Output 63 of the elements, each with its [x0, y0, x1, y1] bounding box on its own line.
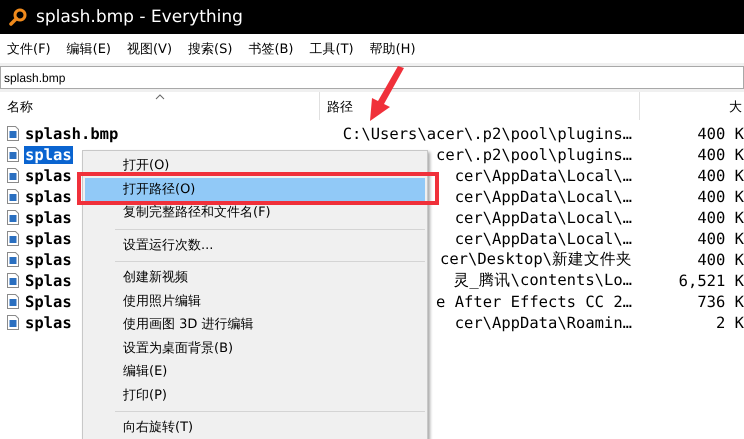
file-path: cer\.p2\pool\plugins…: [436, 146, 632, 164]
context-menu-item[interactable]: 复制完整路径和文件名(F): [85, 201, 425, 224]
context-menu-item[interactable]: 编辑(E): [85, 360, 425, 384]
menu-item[interactable]: 书签(B): [248, 40, 294, 58]
context-menu-item[interactable]: 使用画图 3D 进行编辑: [85, 313, 425, 336]
file-path: e After Effects CC 2…: [436, 292, 632, 310]
image-file-icon: [7, 315, 19, 330]
column-header[interactable]: 大: [640, 92, 744, 120]
file-name[interactable]: splash.bmp: [24, 124, 120, 142]
image-file-icon: [7, 252, 19, 267]
menu-item[interactable]: 帮助(H): [370, 40, 416, 58]
menu-item[interactable]: 视图(V): [126, 40, 172, 58]
file-name[interactable]: Splas: [24, 292, 73, 310]
file-path: 灵_腾讯\contents\Lo…: [453, 270, 632, 291]
file-path: cer\AppData\Roamin…: [454, 314, 632, 332]
image-file-icon: [7, 147, 19, 162]
file-size: 2 K: [716, 314, 744, 332]
context-menu-item[interactable]: 设置运行次数...: [85, 234, 425, 257]
context-menu-item[interactable]: 创建新视频: [85, 266, 425, 290]
file-size: 400 K: [697, 230, 744, 248]
file-path: cer\AppData\Local\…: [454, 188, 632, 206]
file-name[interactable]: splas: [24, 250, 73, 268]
image-file-icon: [7, 273, 19, 288]
file-name[interactable]: splas: [24, 314, 73, 332]
file-path: cer\AppData\Local\…: [454, 166, 632, 184]
context-menu-item[interactable]: 向右旋转(T): [85, 416, 425, 439]
file-size: 6,521 K: [678, 272, 744, 290]
file-size: 400 K: [697, 250, 744, 268]
file-name[interactable]: splas: [24, 230, 73, 248]
context-menu-item[interactable]: 打开(O): [85, 154, 425, 178]
magnifier-icon: [8, 7, 28, 27]
file-path: cer\AppData\Local\…: [454, 230, 632, 248]
context-menu-item[interactable]: 使用照片编辑: [85, 290, 425, 313]
file-size: 400 K: [697, 188, 744, 206]
search-field[interactable]: splash.bmp: [0, 66, 744, 89]
image-file-icon: [7, 126, 19, 141]
file-name[interactable]: Splas: [24, 272, 73, 290]
file-size: 400 K: [697, 208, 744, 226]
menu-item[interactable]: 工具(T): [310, 40, 354, 58]
menu-item[interactable]: 搜索(S): [188, 40, 232, 58]
image-file-icon: [7, 231, 19, 246]
menu-item[interactable]: 编辑(E): [66, 40, 111, 58]
file-path: cer\AppData\Local\…: [454, 208, 632, 226]
context-menu-item[interactable]: 设置为桌面背景(B): [85, 336, 425, 360]
file-name[interactable]: splas: [24, 188, 73, 206]
image-file-icon: [7, 189, 19, 204]
column-header[interactable]: 名称: [0, 92, 320, 120]
file-size: 400 K: [697, 166, 744, 184]
file-name[interactable]: splas: [24, 146, 73, 164]
file-size: 400 K: [697, 146, 744, 164]
file-size: 736 K: [697, 292, 744, 310]
context-menu-item[interactable]: 打开路径(O): [85, 178, 425, 201]
file-name[interactable]: splas: [24, 208, 73, 226]
window-title: splash.bmp - Everything: [36, 7, 243, 27]
context-menu-item[interactable]: 打印(P): [85, 384, 425, 407]
file-path: C:\Users\acer\.p2\pool\plugins…: [342, 124, 632, 142]
menu-item[interactable]: 文件(F): [7, 40, 51, 58]
file-size: 400 K: [697, 124, 744, 142]
image-file-icon: [7, 168, 19, 183]
file-path: cer\Desktop\新建文件夹: [440, 249, 632, 270]
image-file-icon: [7, 210, 19, 225]
image-file-icon: [7, 294, 19, 309]
file-name[interactable]: splas: [24, 166, 73, 184]
